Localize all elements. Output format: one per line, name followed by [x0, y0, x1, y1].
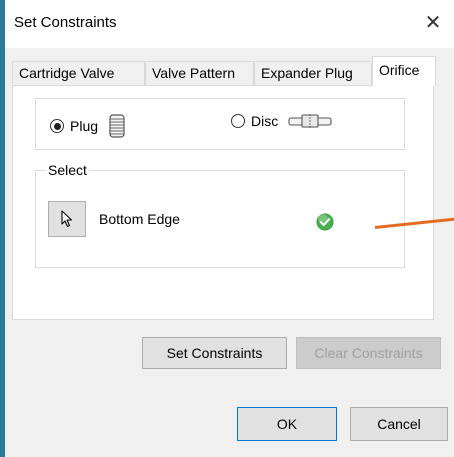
orifice-tab-panel: Plug Disc Select Bottom Edge: [12, 85, 434, 320]
tab-valve-pattern[interactable]: Valve Pattern: [145, 61, 254, 85]
pointer-cursor-icon: [61, 210, 73, 228]
tab-cartridge-valve[interactable]: Cartridge Valve: [12, 61, 145, 85]
tab-label: Orifice: [379, 62, 420, 78]
tab-expander-plug[interactable]: Expander Plug: [254, 61, 372, 85]
tab-label: Expander Plug: [261, 65, 353, 81]
close-icon: ✕: [424, 12, 442, 34]
disc-label: Disc: [251, 113, 279, 129]
disc-option[interactable]: Disc: [231, 113, 332, 129]
plug-label: Plug: [70, 118, 99, 134]
type-option-group: Plug Disc: [35, 98, 405, 150]
clear-constraints-button[interactable]: Clear Constraints: [296, 337, 441, 369]
plug-radio[interactable]: [50, 119, 64, 133]
cancel-button[interactable]: Cancel: [350, 407, 448, 441]
select-geometry-button[interactable]: [48, 201, 86, 237]
tab-orifice[interactable]: Orifice: [372, 56, 436, 86]
close-button[interactable]: ✕: [420, 10, 446, 36]
tab-label: Valve Pattern: [152, 65, 236, 81]
set-constraints-dialog: Set Constraints ✕ Cartridge Valve Valve …: [5, 0, 454, 457]
tab-label: Cartridge Valve: [19, 65, 115, 81]
plug-option[interactable]: Plug: [50, 113, 126, 139]
check-icon: [316, 213, 334, 231]
select-legend: Select: [46, 162, 89, 178]
ok-button[interactable]: OK: [237, 407, 337, 441]
select-group: Select Bottom Edge: [35, 162, 405, 268]
dialog-title: Set Constraints: [14, 14, 117, 31]
disc-radio[interactable]: [231, 114, 245, 128]
set-constraints-button[interactable]: Set Constraints: [142, 337, 287, 369]
selection-label: Bottom Edge: [99, 211, 180, 227]
title-bar: Set Constraints ✕: [5, 0, 454, 48]
disc-icon: [288, 114, 332, 128]
threaded-plug-icon: [109, 114, 125, 138]
